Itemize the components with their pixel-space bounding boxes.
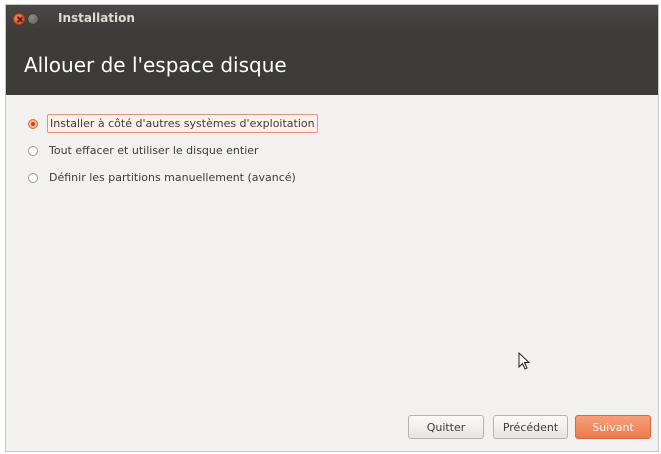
radio-button[interactable] bbox=[28, 145, 38, 156]
option-label: Définir les partitions manuellement (ava… bbox=[49, 171, 296, 184]
radio-button-checked[interactable] bbox=[28, 118, 38, 129]
option-manual-partitions[interactable]: Définir les partitions manuellement (ava… bbox=[28, 164, 318, 191]
page-title: Allouer de l'espace disque bbox=[24, 53, 287, 77]
radio-button[interactable] bbox=[28, 172, 38, 183]
installer-window: Installation Allouer de l'espace disque … bbox=[5, 4, 659, 452]
option-install-alongside[interactable]: Installer à côté d'autres systèmes d'exp… bbox=[28, 110, 318, 137]
mouse-cursor-icon bbox=[518, 352, 530, 370]
option-label: Tout effacer et utiliser le disque entie… bbox=[49, 144, 259, 157]
quit-button[interactable]: Quitter bbox=[408, 415, 484, 439]
minimize-icon[interactable] bbox=[27, 13, 39, 25]
close-icon[interactable] bbox=[13, 13, 25, 25]
window-title: Installation bbox=[58, 11, 135, 25]
title-bar: Installation bbox=[6, 5, 658, 33]
next-button[interactable]: Suivant bbox=[575, 415, 651, 439]
previous-button[interactable]: Précédent bbox=[493, 415, 568, 439]
disk-options-radio-group: Installer à côté d'autres systèmes d'exp… bbox=[28, 110, 318, 191]
page-header: Allouer de l'espace disque bbox=[6, 33, 658, 95]
option-erase-disk[interactable]: Tout effacer et utiliser le disque entie… bbox=[28, 137, 318, 164]
option-label: Installer à côté d'autres systèmes d'exp… bbox=[47, 114, 318, 133]
